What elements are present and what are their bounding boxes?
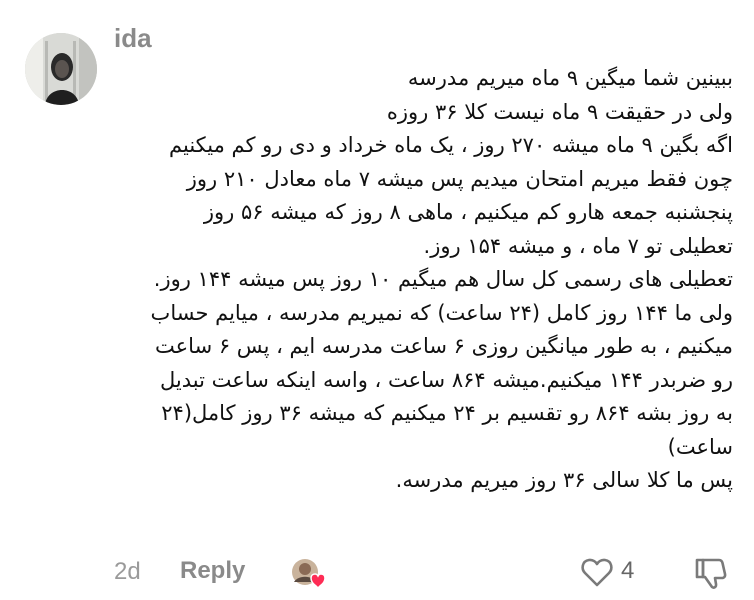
comment-line: پنجشنبه جمعه هارو کم میکنیم ، ماهی ۸ روز… xyxy=(203,200,733,224)
comment-username[interactable]: ida xyxy=(114,22,152,54)
comment-text: ببینین شما میگین ۹ ماه میریم مدرسه ولی د… xyxy=(108,62,733,498)
thumbs-down-icon[interactable] xyxy=(694,556,728,590)
comment-timestamp: 2d xyxy=(114,558,141,585)
comment-line: چون فقط میریم امتحان میدیم پس میشه ۷ ماه… xyxy=(186,166,733,191)
comment-line: تعطیلی تو ۷ ماه ، و میشه ۱۵۴ روز. xyxy=(423,233,733,258)
comment-line: اگه بگین ۹ ماه میشه ۲۷۰ روز ، یک ماه خرد… xyxy=(169,133,733,157)
reply-button[interactable]: Reply xyxy=(180,557,245,585)
avatar[interactable] xyxy=(25,33,97,105)
comment-line: ساعت) xyxy=(667,434,733,459)
comment-line: رو ضربدر ۱۴۴ میکنیم.میشه ۸۶۴ ساعت ، واسه… xyxy=(160,367,733,392)
heart-outline-icon[interactable] xyxy=(580,556,614,588)
creator-liked-avatar-icon xyxy=(290,556,330,590)
comment-line: به روز بشه ۸۶۴ رو تقسیم بر ۲۴ میکنیم که … xyxy=(161,401,733,425)
comment-line: پس ما کلا سالی ۳۶ روز میریم مدرسه. xyxy=(395,468,733,492)
comment-line: تعطیلی های رسمی کل سال هم میگیم ۱۰ روز پ… xyxy=(153,267,733,291)
comment-line: ببینین شما میگین ۹ ماه میریم مدرسه xyxy=(407,66,733,90)
avatar-image xyxy=(25,33,97,105)
comment-line: ولی ما ۱۴۴ روز کامل (۲۴ ساعت) که نمیریم … xyxy=(150,300,733,325)
like-count: 4 xyxy=(621,557,635,584)
comment-footer: 2d Reply 4 xyxy=(0,550,754,594)
comment-line: ولی در حقیقت ۹ ماه نیست کلا ۳۶ روزه xyxy=(386,99,733,124)
comment-line: میکنیم ، به طور میانگین روزی ۶ ساعت مدرس… xyxy=(155,334,733,358)
